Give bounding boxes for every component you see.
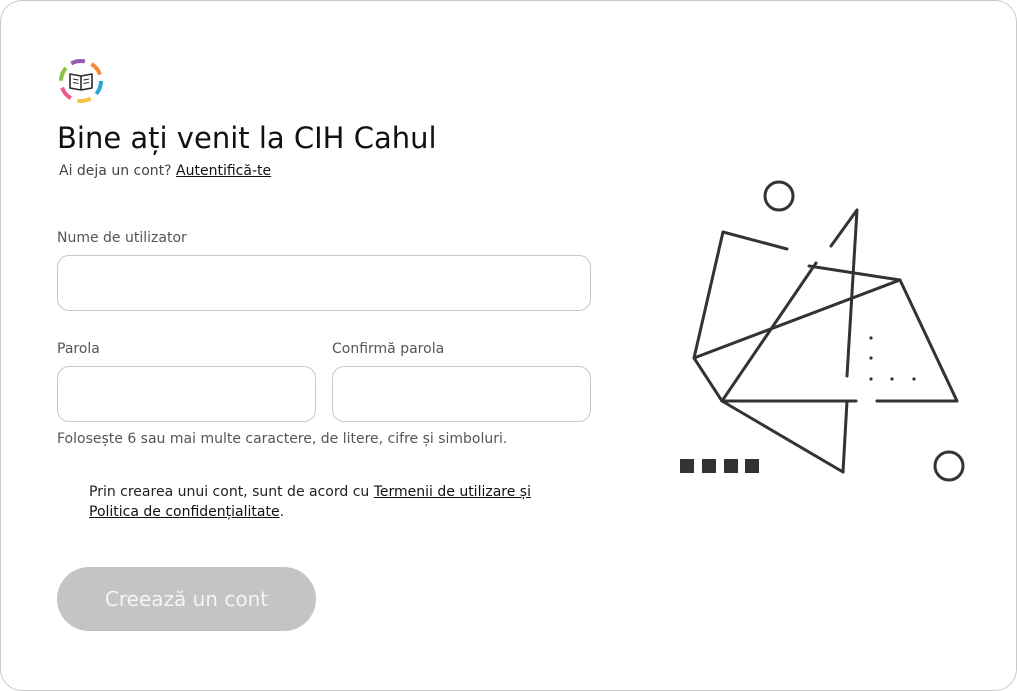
square-shape — [745, 459, 759, 473]
dot-shape — [912, 377, 916, 381]
dot-shape — [869, 356, 873, 360]
geometric-illustration — [680, 180, 965, 482]
login-prompt-text: Ai deja un cont? — [59, 163, 172, 179]
terms-prefix: Prin crearea unui cont, sunt de acord cu — [89, 484, 374, 500]
page-title: Bine ați venit la CIH Cahul — [57, 121, 437, 155]
terms-text: Prin crearea unui cont, sunt de acord cu… — [89, 482, 589, 522]
line-shape — [720, 399, 845, 474]
dot-shape — [890, 377, 894, 381]
terms-of-use-link[interactable]: Termenii de utilizare și — [374, 484, 531, 500]
small-circle-shape — [763, 180, 795, 212]
privacy-policy-link[interactable]: Politica de confidențialitate — [89, 504, 280, 520]
square-shape — [680, 459, 694, 473]
username-input[interactable] — [57, 255, 591, 311]
small-circle-shape — [933, 450, 965, 482]
outline-shape — [875, 278, 959, 403]
square-shape — [724, 459, 738, 473]
username-label: Nume de utilizator — [57, 230, 187, 246]
dot-shape — [869, 336, 873, 340]
confirm-password-input[interactable] — [332, 366, 591, 422]
dot-shape — [869, 377, 873, 381]
terms-suffix: . — [279, 504, 285, 520]
login-link[interactable]: Autentifică-te — [176, 163, 271, 179]
password-label: Parola — [57, 341, 100, 357]
create-account-button[interactable]: Creează un cont — [57, 567, 316, 631]
confirm-password-label: Confirmă parola — [332, 341, 445, 357]
password-hint: Folosește 6 sau mai multe caractere, de … — [57, 431, 508, 447]
login-prompt: Ai deja un cont? Autentifică-te — [59, 163, 271, 179]
outline-shape — [829, 208, 859, 378]
line-shape — [720, 261, 818, 403]
logo — [57, 57, 105, 105]
line-shape — [841, 399, 849, 474]
signup-card: Bine ați venit la CIH Cahul Ai deja un c… — [0, 0, 1017, 691]
password-input[interactable] — [57, 366, 316, 422]
open-book-icon — [59, 59, 103, 103]
square-shape — [702, 459, 716, 473]
